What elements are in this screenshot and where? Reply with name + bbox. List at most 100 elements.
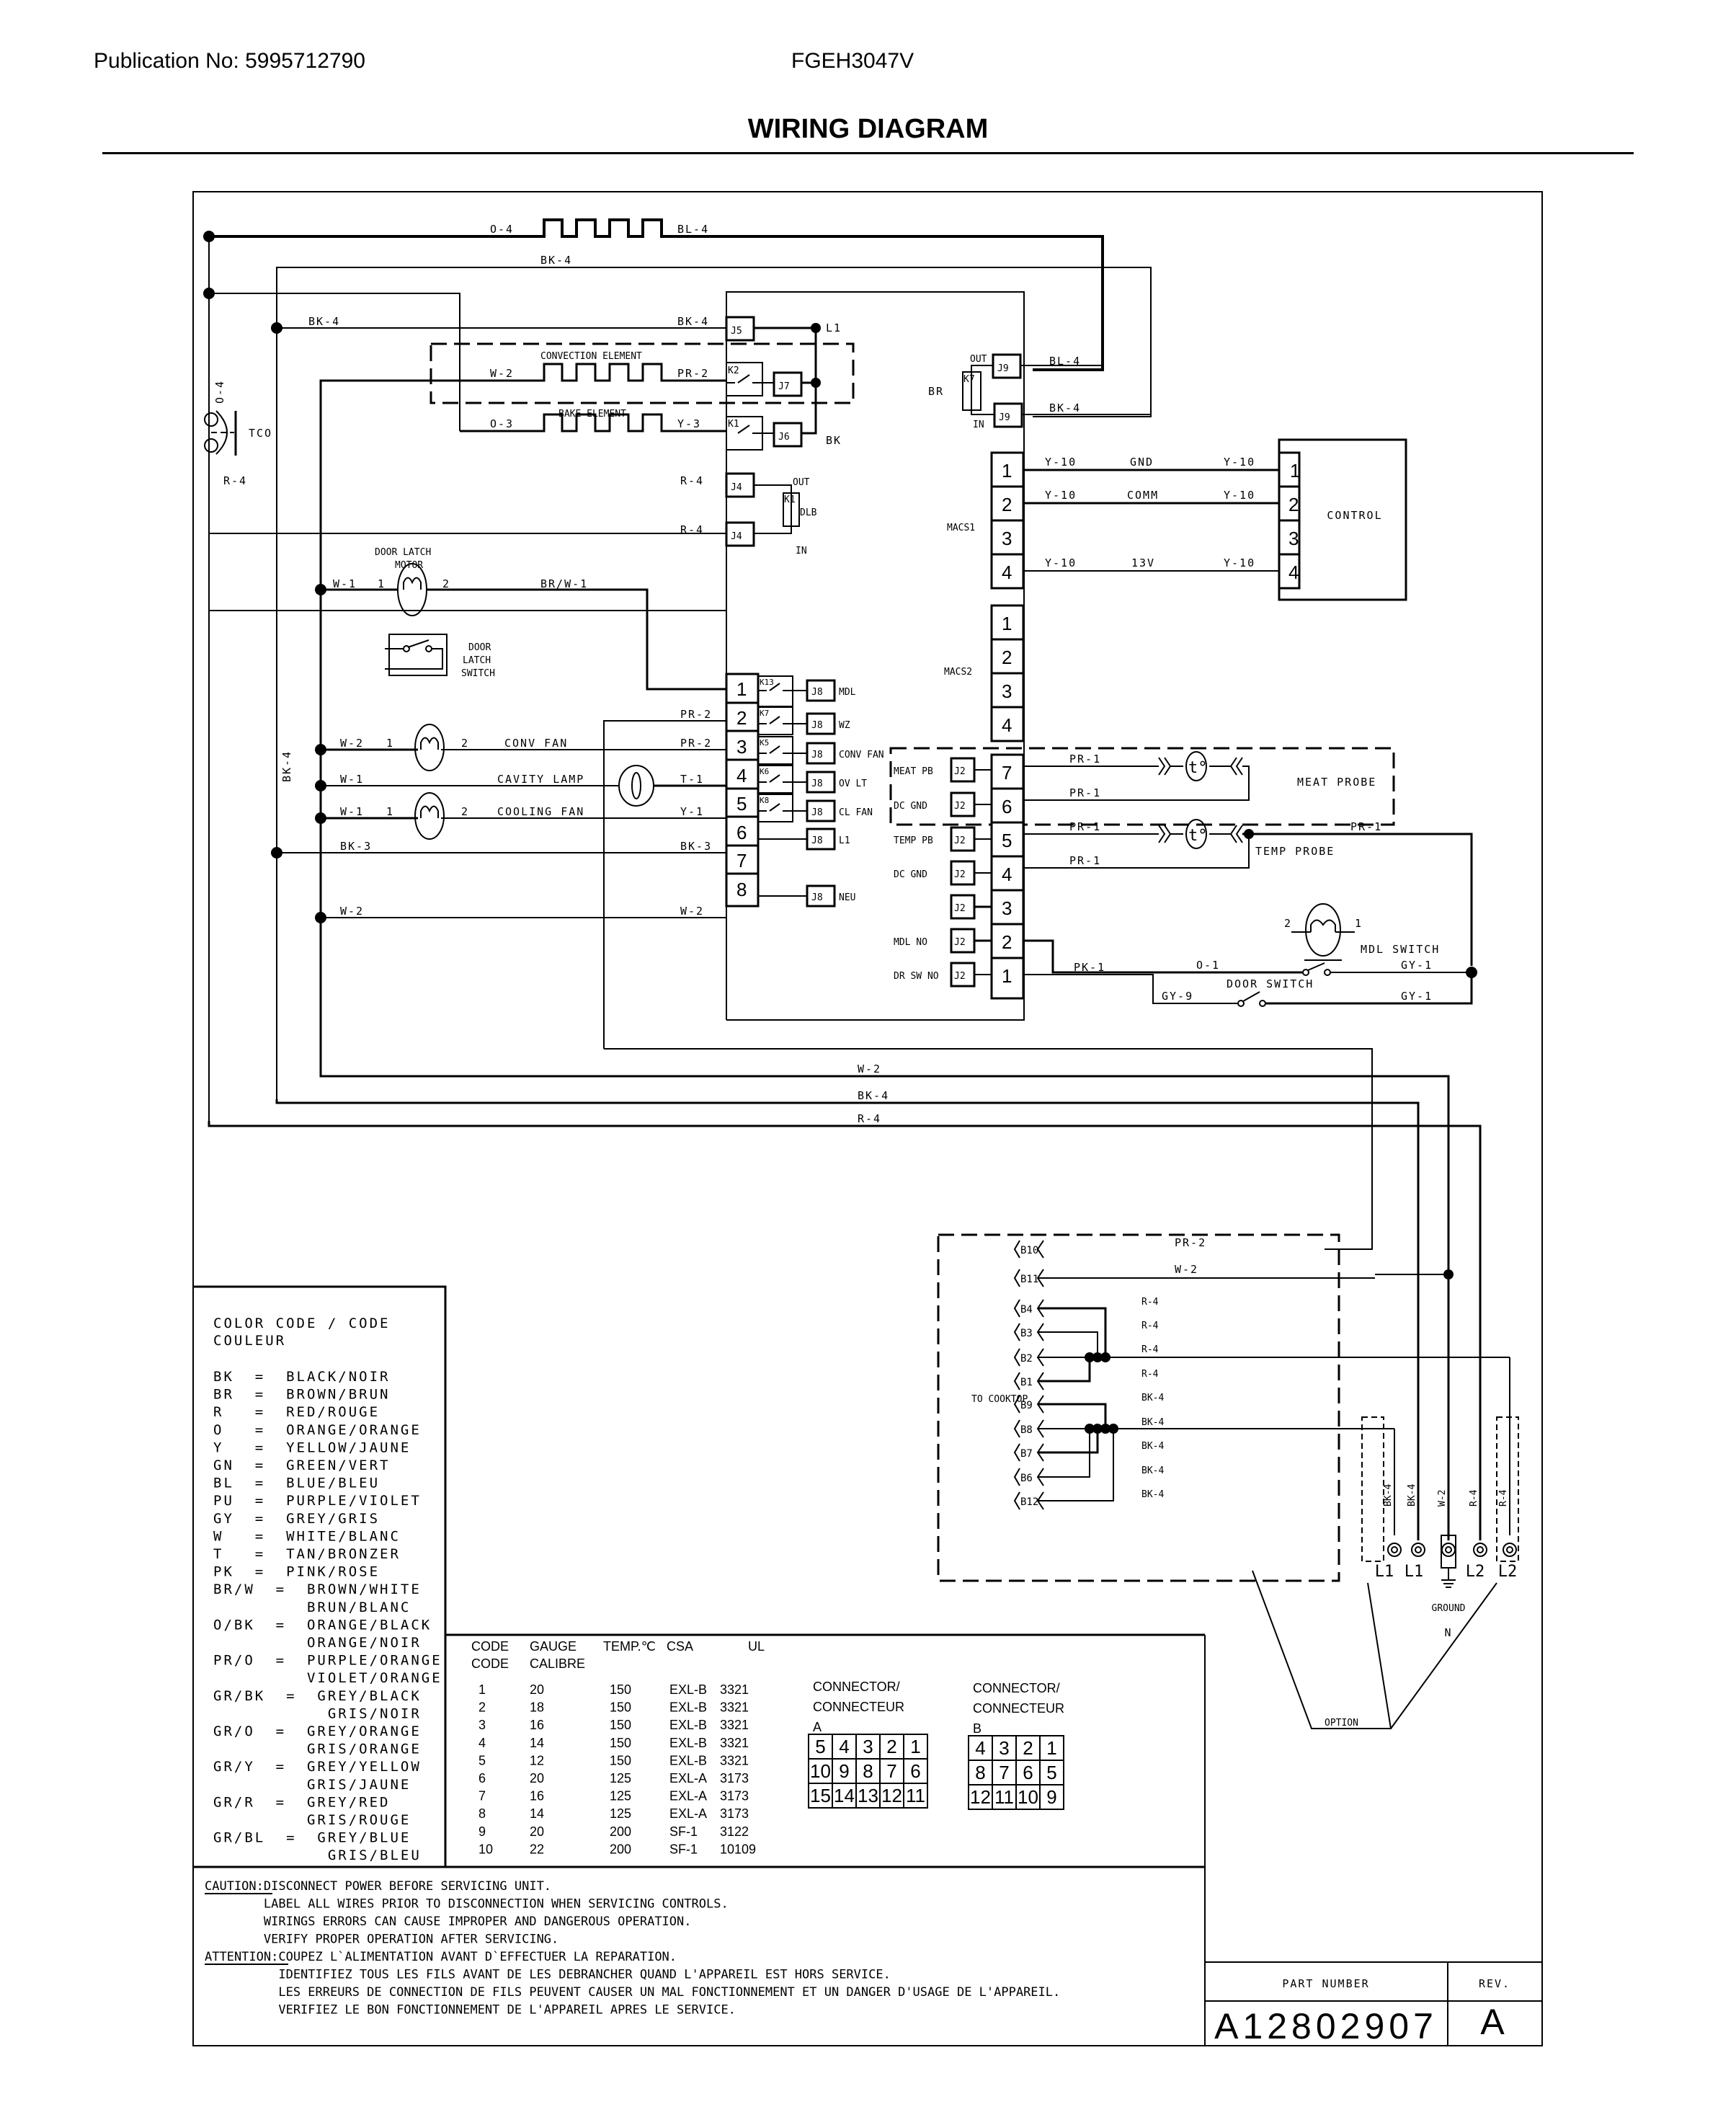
relay-label: K1 (784, 494, 796, 505)
main-connector: 1 2 3 4 5 6 7 8 (725, 673, 760, 908)
gnd-label: GND (1130, 456, 1154, 469)
table-cell: EXL-B (669, 1736, 707, 1750)
j2-connector: 7 6 5 4 3 2 1 (990, 753, 1025, 1000)
pin-number: 3 (736, 736, 747, 758)
table-cell: 10109 (720, 1842, 756, 1856)
table-cell: 20 (530, 1771, 544, 1785)
caution-line: VERIFY PROPER OPERATION AFTER SERVICING. (205, 1933, 558, 1947)
junction-dot (271, 847, 282, 859)
option-terminal-l1 (1361, 1416, 1384, 1562)
color-code-entry: GR/Y = GREY/YELLOW (213, 1759, 422, 1775)
in-label: IN (973, 420, 984, 430)
control-label: CONTROL (1327, 509, 1382, 522)
j8-function-label: MDL (839, 687, 856, 698)
wire-label: Y-10 (1224, 456, 1255, 469)
table-cell: 16 (530, 1718, 544, 1732)
pin-label: 2 (461, 805, 469, 818)
table-cell: 16 (530, 1789, 544, 1804)
table-header: CODE (471, 1656, 509, 1671)
connector-label: J8 (811, 835, 823, 846)
wire-label: PR-1 (1069, 820, 1101, 833)
color-code-entry: GRIS/ORANGE (213, 1742, 422, 1757)
color-code-entry: T = TAN/BRONZER (213, 1546, 401, 1562)
wire-label: PR-1 (1350, 820, 1382, 833)
color-code-entry: Y = YELLOW/JAUNE (213, 1439, 411, 1455)
control-connector: 1 2 3 4 (1278, 451, 1301, 590)
table-cell: 150 (610, 1700, 631, 1715)
pin-label: 1 (378, 577, 386, 590)
tco-thermostat: TCO (204, 410, 272, 456)
connector-pin-number: 3 (863, 1736, 873, 1757)
option-callout (1252, 1570, 1497, 1729)
table-cell: EXL-A (669, 1771, 707, 1785)
wiring-diagram: O-4 BL-4 BK-4 O-4 TCO R-4 R-4 BK-4 BK-4 … (192, 191, 1543, 2046)
table-cell: 2 (478, 1700, 486, 1715)
neutral-label: N (1444, 1626, 1452, 1639)
wire-label: W-2 (1175, 1263, 1198, 1276)
j2-function-label: DR SW NO (894, 971, 939, 982)
door-latch-motor-label: MOTOR (395, 560, 423, 571)
color-code-entry: GR/R = GREY/RED (213, 1794, 390, 1810)
junction-dot (315, 912, 326, 923)
table-cell: 3321 (720, 1700, 749, 1715)
color-code-entry: GY = GREY/GRIS (213, 1511, 380, 1527)
table-header: GAUGE (530, 1639, 577, 1654)
wire-label: R-4 (1469, 1489, 1479, 1507)
cooktop-terminal-label: B7 (1020, 1448, 1033, 1460)
pin-number: 1 (1002, 613, 1012, 634)
pin-number: 4 (1288, 562, 1299, 583)
table-cell: 125 (610, 1806, 631, 1821)
cooktop-terminal-label: B6 (1020, 1473, 1033, 1484)
connector-pin-number: 1 (910, 1736, 920, 1757)
table-cell: 150 (610, 1736, 631, 1750)
connector-pin-number: 6 (910, 1760, 920, 1782)
tco-label: TCO (249, 427, 272, 440)
wire-label: R-4 (1498, 1489, 1509, 1507)
meat-probe: t° (1023, 751, 1250, 801)
cooktop-terminal-label: B4 (1020, 1304, 1033, 1316)
wire-long-r4 (208, 1121, 1482, 1540)
table-header: TEMP.℃ (603, 1639, 656, 1654)
table-cell: 3173 (720, 1771, 749, 1785)
color-code-entry: GR/BK = GREY/BLACK (213, 1688, 422, 1704)
macs1-label: MACS1 (947, 523, 975, 533)
table-cell: SF-1 (669, 1824, 698, 1839)
connector-title: CONNECTEUR (813, 1700, 904, 1714)
meat-probe-label: MEAT PROBE (1297, 776, 1376, 789)
connector-label: J2 (954, 971, 966, 982)
connector-label: J8 (811, 778, 823, 789)
wire-label: BK-4 (1383, 1484, 1394, 1507)
cooktop-connector-group (937, 1233, 1340, 1582)
table-cell: 5 (478, 1753, 486, 1767)
wire-label: BK-4 (677, 315, 709, 328)
relay-row-8: J8 NEU (758, 884, 855, 908)
table-cell: EXL-B (669, 1718, 707, 1732)
wire-pr2-b10 (604, 1048, 1373, 1250)
table-cell: 7 (478, 1789, 486, 1804)
connector-label: J7 (778, 381, 790, 392)
table-cell: 14 (530, 1736, 544, 1750)
table-cell: EXL-A (669, 1789, 707, 1804)
wire-label: Y-10 (1224, 556, 1255, 569)
wire-label: W-1 (340, 773, 364, 786)
caution-line: VERIFIEZ LE BON FONCTIONNEMENT DE L'APPA… (205, 2003, 736, 2018)
switch-contact (737, 374, 750, 383)
wire-label: T-1 (680, 773, 704, 786)
relay-row-2: K7 J8 WZ (757, 706, 850, 735)
pin-number: 2 (1002, 494, 1012, 515)
connector-pin-number: 15 (810, 1785, 831, 1806)
connector-pin-number: 8 (975, 1762, 985, 1783)
connector-pin-number: 5 (815, 1736, 825, 1757)
connector-label: J9 (997, 363, 1009, 374)
cavity-lamp (618, 765, 654, 807)
pin-number: 4 (736, 765, 747, 786)
pin-number: 6 (736, 822, 747, 843)
terminal-label: L2 (1466, 1563, 1485, 1581)
wire-label: R-4 (1141, 1297, 1159, 1308)
relay-label: K7 (760, 709, 769, 718)
connector-label: J8 (811, 687, 823, 698)
table-cell: EXL-B (669, 1700, 707, 1715)
out-label: OUT (793, 477, 810, 488)
junction-dot (271, 322, 282, 334)
table-cell: 200 (610, 1824, 631, 1839)
